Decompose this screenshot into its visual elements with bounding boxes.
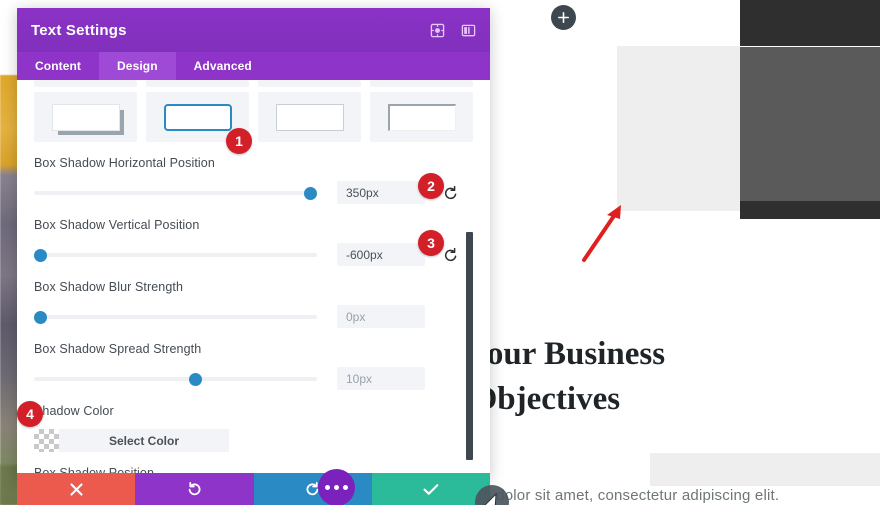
field-label: Box Shadow Blur Strength bbox=[34, 280, 184, 294]
tab-advanced[interactable]: Advanced bbox=[176, 52, 270, 80]
undo-button[interactable] bbox=[135, 473, 254, 505]
ellipsis-icon bbox=[343, 485, 348, 490]
spread-strength-value[interactable]: 10px bbox=[337, 367, 425, 390]
modal-title: Text Settings bbox=[31, 21, 127, 39]
save-button[interactable] bbox=[371, 473, 490, 505]
field-shadow-color: Shadow Color Select Color bbox=[34, 404, 473, 452]
preset-preview bbox=[275, 103, 344, 131]
ellipsis-icon bbox=[334, 485, 339, 490]
blur-strength-value[interactable]: 0px bbox=[337, 305, 425, 328]
select-color-button[interactable]: Select Color bbox=[59, 429, 229, 452]
vertical-position-slider[interactable] bbox=[34, 248, 317, 262]
slider-thumb[interactable] bbox=[34, 310, 47, 324]
layout-columns-icon[interactable] bbox=[461, 23, 476, 38]
ellipsis-icon bbox=[325, 485, 330, 490]
box-shadow-preset-row bbox=[34, 92, 473, 142]
annotation-badge-3: 3 bbox=[418, 230, 444, 256]
modal-footer-actions bbox=[17, 473, 490, 505]
slider-track bbox=[34, 190, 317, 195]
slider-track bbox=[34, 252, 317, 257]
shadow-color-row: Select Color bbox=[34, 429, 473, 452]
field-label: Box Shadow Spread Strength bbox=[34, 342, 202, 356]
spread-strength-slider[interactable] bbox=[34, 372, 317, 386]
canvas-headline-line-1: e Your Business bbox=[445, 336, 666, 372]
vertical-position-value[interactable]: -600px bbox=[337, 243, 425, 266]
shadow-color-swatch[interactable] bbox=[34, 429, 59, 452]
canvas-headline: e Your Business d Objectives bbox=[445, 332, 865, 421]
tab-content[interactable]: Content bbox=[17, 52, 99, 80]
preset-row-clipped-above bbox=[34, 80, 473, 87]
box-shadow-preset-bottom-right[interactable] bbox=[34, 92, 137, 142]
field-box-shadow-vertical-position: Box Shadow Vertical Position -600px bbox=[34, 218, 473, 266]
horizontal-position-value[interactable]: 350px bbox=[337, 181, 425, 204]
more-options-button[interactable] bbox=[318, 469, 355, 505]
horizontal-position-slider[interactable] bbox=[34, 186, 317, 200]
preset-preview-selected bbox=[163, 103, 232, 131]
canvas-block-dark-top bbox=[740, 0, 880, 46]
box-shadow-preset-top-left[interactable] bbox=[370, 92, 473, 142]
field-box-shadow-blur-strength: Box Shadow Blur Strength 0px bbox=[34, 280, 473, 328]
field-row: 10px bbox=[34, 367, 473, 390]
field-label: Shadow Color bbox=[34, 404, 114, 418]
field-row: 350px bbox=[34, 181, 473, 204]
tab-design[interactable]: Design bbox=[99, 52, 176, 80]
slider-track bbox=[34, 314, 317, 319]
cancel-button[interactable] bbox=[17, 473, 136, 505]
clipped-preset-cell bbox=[370, 80, 473, 87]
screenshot-root: s e Your Business d Objectives rem ipsum… bbox=[0, 0, 880, 505]
field-row: -600px bbox=[34, 243, 473, 266]
plus-icon bbox=[558, 12, 569, 23]
preset-preview bbox=[51, 103, 120, 131]
box-shadow-preset-thin-border[interactable] bbox=[258, 92, 361, 142]
annotation-badge-4: 4 bbox=[17, 401, 43, 427]
check-icon bbox=[423, 483, 439, 495]
modal-scrollbar-thumb[interactable] bbox=[466, 232, 473, 460]
modal-tabs: Content Design Advanced bbox=[17, 52, 490, 80]
slider-thumb[interactable] bbox=[189, 372, 202, 386]
modal-header: Text Settings bbox=[17, 8, 490, 52]
field-label: Box Shadow Horizontal Position bbox=[34, 156, 215, 170]
preset-preview bbox=[387, 103, 456, 131]
field-box-shadow-spread-strength: Box Shadow Spread Strength 10px bbox=[34, 342, 473, 390]
canvas-headline-line-2: d Objectives bbox=[445, 380, 621, 417]
canvas-block-dark-bottom bbox=[740, 201, 880, 219]
close-icon bbox=[70, 482, 83, 496]
annotation-badge-2: 2 bbox=[418, 173, 444, 199]
clipped-preset-cell bbox=[258, 80, 361, 87]
reset-icon[interactable] bbox=[444, 185, 458, 200]
slider-track bbox=[34, 376, 317, 381]
target-icon[interactable] bbox=[430, 23, 445, 38]
modal-header-icons bbox=[430, 23, 476, 38]
field-box-shadow-horizontal-position: Box Shadow Horizontal Position 350px bbox=[34, 156, 473, 204]
add-module-button[interactable] bbox=[551, 5, 576, 30]
slider-thumb[interactable] bbox=[34, 248, 47, 262]
undo-icon bbox=[188, 481, 201, 495]
clipped-preset-cell bbox=[34, 80, 137, 87]
blur-strength-slider[interactable] bbox=[34, 310, 317, 324]
modal-body: Box Shadow Horizontal Position 350px Box… bbox=[17, 80, 490, 479]
canvas-block-gray-top bbox=[617, 46, 740, 211]
slider-thumb[interactable] bbox=[304, 186, 317, 200]
canvas-block-darkgray bbox=[740, 47, 880, 201]
field-row: 0px bbox=[34, 305, 473, 328]
canvas-block-gray-bottom bbox=[650, 453, 880, 486]
annotation-badge-1: 1 bbox=[226, 128, 252, 154]
field-label: Box Shadow Vertical Position bbox=[34, 218, 200, 232]
reset-icon[interactable] bbox=[444, 247, 458, 262]
clipped-preset-cell bbox=[146, 80, 249, 87]
